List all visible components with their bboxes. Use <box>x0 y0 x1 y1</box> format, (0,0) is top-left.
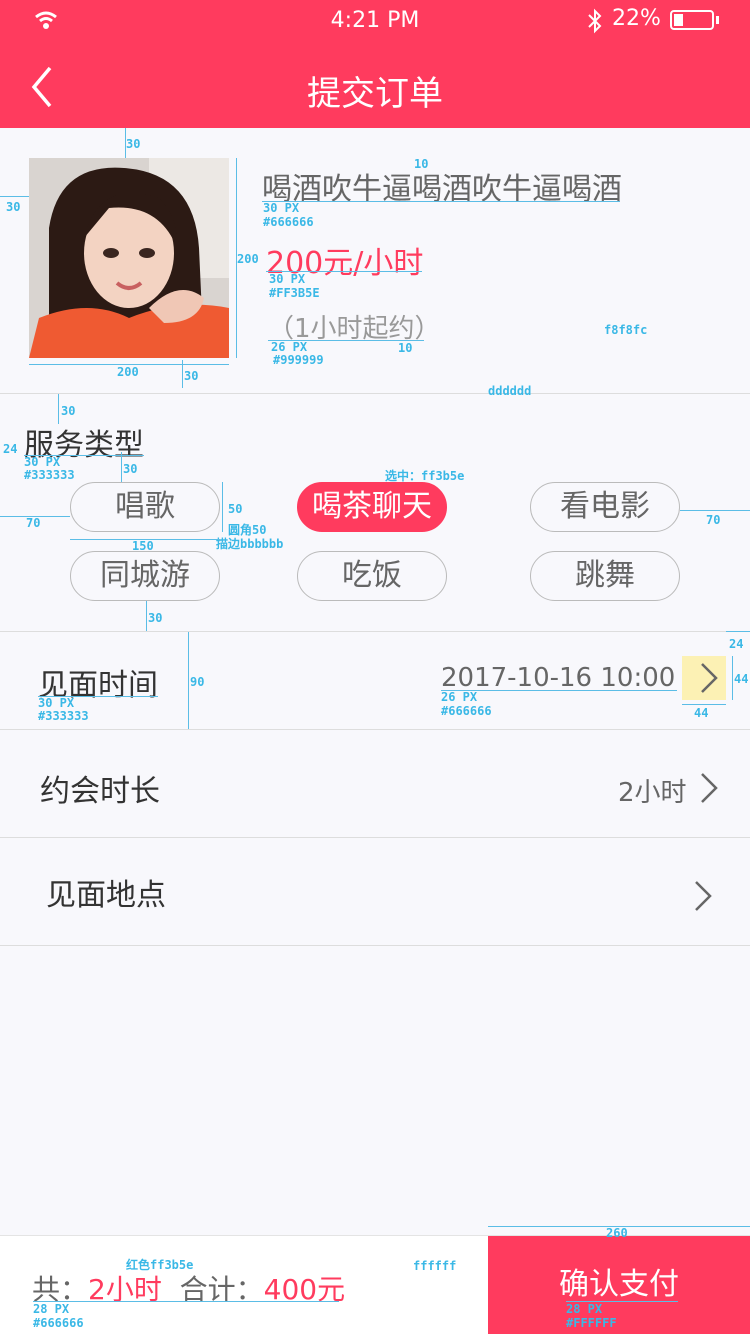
spec-note: 选中：ff3b5e <box>385 469 465 483</box>
divider <box>0 393 750 394</box>
service-option-tea-chat[interactable]: 喝茶聊天 <box>297 482 447 532</box>
location-label: 见面地点 <box>46 878 166 913</box>
spec-note: 30 PX <box>269 272 306 286</box>
spec-line <box>121 452 122 482</box>
spec-note: 44 <box>734 672 749 686</box>
bluetooth-icon <box>588 8 602 34</box>
service-option-city-tour[interactable]: 同城游 <box>70 551 220 601</box>
spec-note: 70 <box>706 513 721 527</box>
spec-note: 30 <box>61 404 76 418</box>
spec-note: #666666 <box>263 215 314 229</box>
spec-note: 30 PX <box>24 455 61 469</box>
spec-note: #999999 <box>273 353 324 367</box>
spec-line <box>682 704 726 705</box>
spec-note: 红色ff3b5e <box>126 1258 194 1272</box>
spec-note: #666666 <box>441 704 492 718</box>
confirm-pay-button[interactable]: 确认支付 <box>488 1236 750 1334</box>
battery-tip <box>716 16 719 24</box>
chevron-right-icon <box>695 881 712 911</box>
order-summary: 共：2小时 合计：400元 <box>32 1268 345 1308</box>
chevron-right-icon <box>701 663 718 693</box>
meet-time-value: 2017-10-16 10:00 <box>441 663 676 693</box>
spec-note: 描边bbbbbb <box>216 537 284 551</box>
spec-note: 10 <box>398 341 413 355</box>
portrait-image <box>29 158 229 358</box>
battery-icon <box>670 10 714 30</box>
spec-line <box>726 631 750 632</box>
spec-note: #FFFFFF <box>566 1316 617 1330</box>
meet-time-row[interactable]: 见面时间 2017-10-16 10:00 <box>0 632 750 729</box>
service-option-dinner[interactable]: 吃饭 <box>297 551 447 601</box>
spec-note: 30 <box>126 137 141 151</box>
spec-note: 24 <box>729 637 744 651</box>
spec-note: 28 PX <box>566 1302 603 1316</box>
spec-note: #666666 <box>33 1316 84 1330</box>
spec-note: ffffff <box>413 1259 457 1273</box>
spec-note: 26 PX <box>441 690 478 704</box>
nav-header: 4:21 PM 22% 提交订单 <box>0 0 750 128</box>
spec-note: 28 PX <box>33 1302 70 1316</box>
service-option-dance[interactable]: 跳舞 <box>530 551 680 601</box>
chevron-right-icon <box>701 773 718 803</box>
spec-line <box>222 482 223 532</box>
spec-note: 30 PX <box>38 696 75 710</box>
divider <box>0 945 750 946</box>
spec-line <box>182 360 183 388</box>
spec-note: 50 <box>228 502 243 516</box>
spec-note: 150 <box>132 539 154 553</box>
spec-note: #333333 <box>24 468 75 482</box>
duration-value: 2小时 <box>618 778 687 808</box>
spec-line <box>262 201 620 202</box>
spec-note: 260 <box>606 1226 628 1240</box>
spec-note: f8f8fc <box>604 323 648 337</box>
spec-note: 70 <box>26 516 41 530</box>
spec-note: 200 <box>237 252 259 266</box>
duration-row[interactable]: 约会时长 2小时 <box>0 730 750 837</box>
spec-note: dddddd <box>488 384 532 398</box>
spec-note: 30 <box>123 462 138 476</box>
service-option-sing[interactable]: 唱歌 <box>70 482 220 532</box>
spec-line <box>58 394 59 424</box>
spec-line <box>732 656 733 700</box>
spec-note: 24 <box>3 442 18 456</box>
spec-note: 30 <box>148 611 163 625</box>
spec-note: 30 PX <box>263 201 300 215</box>
page-title: 提交订单 <box>307 74 443 114</box>
spec-note: 30 <box>6 200 21 214</box>
spec-note: 90 <box>190 675 205 689</box>
spec-line <box>33 1301 339 1302</box>
duration-label: 约会时长 <box>40 774 160 809</box>
spec-line <box>146 601 147 631</box>
spec-note: #FF3B5E <box>269 286 320 300</box>
spec-line <box>680 510 750 511</box>
service-option-movie[interactable]: 看电影 <box>530 482 680 532</box>
spec-note: 200 <box>117 365 139 379</box>
location-row[interactable]: 见面地点 <box>0 838 750 945</box>
spec-note: 44 <box>694 706 709 720</box>
spec-note: 10 <box>414 157 429 171</box>
avatar-photo <box>29 158 229 358</box>
battery-percent: 22% <box>612 6 661 31</box>
checkout-bar: 共：2小时 合计：400元 确认支付 <box>0 1236 750 1334</box>
spec-note: #333333 <box>38 709 89 723</box>
spec-line <box>0 196 29 197</box>
spec-note: 30 <box>184 369 199 383</box>
spec-note: 26 PX <box>271 340 308 354</box>
spec-line <box>188 632 189 729</box>
